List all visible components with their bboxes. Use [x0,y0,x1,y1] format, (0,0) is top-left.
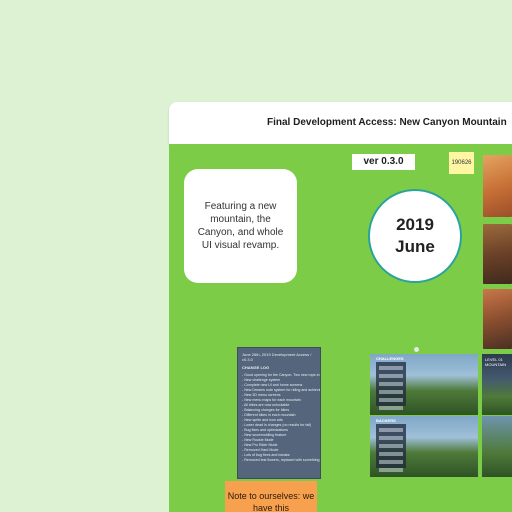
menu-panel [376,362,406,410]
changelog-line: - Removed test flowers, replaced with so… [242,458,320,462]
note-text: Note to ourselves: we have this [227,491,315,512]
version-label[interactable]: ver 0.3.0 [352,154,415,170]
ui-screenshot-backers[interactable]: BACKERS [370,416,478,477]
menu-panel [376,424,406,472]
frame-header: Final Development Access: New Canyon Mou… [169,102,512,144]
resize-handle[interactable] [414,347,419,352]
changelog-heading: CHANGE LOG [242,365,270,370]
changelog-title: June 26th, 2019 Development Access / v0.… [242,352,312,362]
release-month: June [395,237,435,256]
ui-screenshot-level[interactable]: LEVEL 01 MOUNTAIN [482,354,512,415]
feature-card-text: Featuring a new mountain, the Canyon, an… [197,201,284,251]
canyon-screenshot-1[interactable] [483,155,512,217]
date-sticky-note[interactable]: 190626 [449,152,474,174]
changelog-list: - Good opening for the Canyon. Two new r… [242,373,320,463]
screenshot-caption: CHALLENGES [376,356,404,361]
release-date-circle[interactable]: 2019 June [368,189,462,283]
feature-card[interactable]: Featuring a new mountain, the Canyon, an… [184,169,297,283]
side-caption: LEVEL 01 MOUNTAIN [485,357,507,367]
screenshot-caption: BACKERS [376,418,396,423]
ui-screenshot-challenges[interactable]: CHALLENGES [370,354,478,415]
note-sticky[interactable]: Note to ourselves: we have this [225,481,317,512]
canyon-screenshot-3[interactable] [483,289,512,349]
release-year: 2019 [396,215,434,234]
frame-title[interactable]: Final Development Access: New Canyon Mou… [267,117,507,128]
changelog-image[interactable]: June 26th, 2019 Development Access / v0.… [237,347,321,479]
canvas-board[interactable]: ver 0.3.0 190626 Featuring a new mountai… [169,144,512,512]
canyon-screenshot-2[interactable] [483,224,512,284]
ui-screenshot-side[interactable] [482,416,512,477]
